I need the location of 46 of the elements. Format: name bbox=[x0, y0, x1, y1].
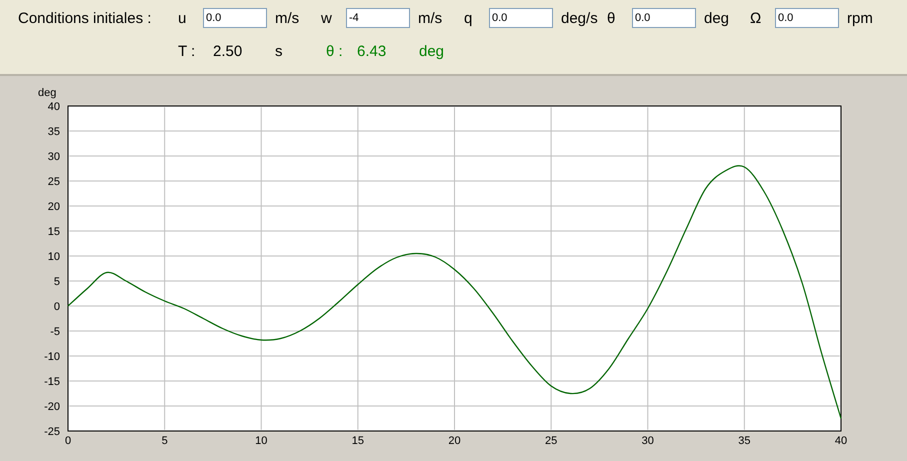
input-field[interactable]: 0.0 bbox=[489, 8, 553, 28]
x-tick-label: 5 bbox=[162, 435, 168, 447]
unit-label: deg/s bbox=[561, 10, 599, 26]
unit-label: deg bbox=[704, 10, 730, 26]
input-field[interactable]: 0.0 bbox=[632, 8, 696, 28]
y-tick-label: -10 bbox=[44, 351, 60, 363]
x-tick-label: 40 bbox=[834, 435, 848, 447]
unit-label: m/s bbox=[275, 10, 300, 26]
y-tick-label: 40 bbox=[48, 101, 60, 113]
y-tick-label: 25 bbox=[48, 176, 60, 188]
input-field[interactable]: -4 bbox=[346, 8, 410, 28]
y-tick-label: 20 bbox=[48, 201, 60, 213]
unit-label: s bbox=[275, 42, 284, 60]
x-tick-label: 30 bbox=[642, 435, 654, 447]
y-tick-label: -25 bbox=[44, 426, 60, 438]
readout-label: T : bbox=[178, 42, 196, 60]
conditions-label: Conditions initiales : bbox=[18, 10, 152, 26]
variable-label: q bbox=[464, 10, 474, 26]
readout-label: θ : bbox=[326, 42, 344, 60]
variable-label: w bbox=[321, 10, 333, 26]
x-tick-label: 0 bbox=[64, 435, 72, 447]
input-field[interactable]: 0.0 bbox=[203, 8, 267, 28]
y-tick-label: -5 bbox=[50, 326, 60, 338]
readout-value: 2.50 bbox=[213, 42, 244, 60]
readout-value: 6.43 bbox=[357, 42, 388, 60]
y-tick-label: -20 bbox=[44, 401, 60, 413]
unit-label: rpm bbox=[847, 10, 874, 26]
variable-label: Ω bbox=[750, 10, 762, 26]
y-tick-label: 30 bbox=[48, 151, 60, 163]
x-tick-label: 10 bbox=[255, 435, 268, 447]
y-tick-label: -15 bbox=[44, 376, 60, 388]
unit-label: m/s bbox=[418, 10, 444, 26]
y-tick-label: 5 bbox=[54, 276, 60, 288]
y-tick-label: 15 bbox=[48, 226, 60, 238]
x-tick-label: 15 bbox=[352, 435, 364, 447]
y-tick-label: 35 bbox=[48, 126, 60, 138]
x-tick-label: 25 bbox=[545, 435, 558, 447]
variable-label: θ bbox=[607, 10, 616, 26]
y-tick-label: 10 bbox=[48, 251, 60, 263]
axis-unit-label: deg bbox=[38, 87, 56, 99]
variable-label: u bbox=[178, 10, 188, 26]
unit-label: deg bbox=[419, 42, 446, 60]
x-tick-label: 20 bbox=[448, 435, 461, 447]
x-tick-label: 35 bbox=[738, 435, 750, 447]
input-field[interactable]: 0.0 bbox=[775, 8, 839, 28]
y-tick-label: 0 bbox=[54, 301, 60, 313]
